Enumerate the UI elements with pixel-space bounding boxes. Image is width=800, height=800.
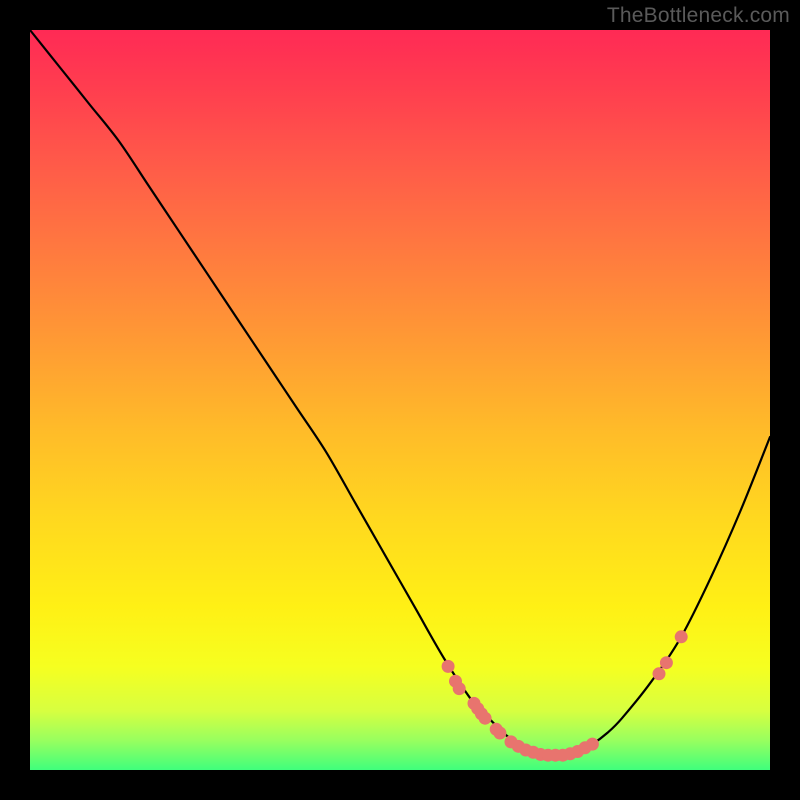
marker-dot: [494, 727, 506, 739]
marker-dot: [453, 683, 465, 695]
marker-dot: [660, 657, 672, 669]
bottleneck-curve: [30, 30, 770, 756]
marker-dot: [479, 712, 491, 724]
chart-frame: TheBottleneck.com: [0, 0, 800, 800]
marker-dot: [442, 660, 454, 672]
marker-group: [442, 631, 687, 761]
marker-dot: [675, 631, 687, 643]
marker-dot: [653, 668, 665, 680]
watermark-text: TheBottleneck.com: [607, 4, 790, 28]
bottleneck-chart-svg: [30, 30, 770, 770]
plot-area: [30, 30, 770, 770]
marker-dot: [586, 738, 598, 750]
